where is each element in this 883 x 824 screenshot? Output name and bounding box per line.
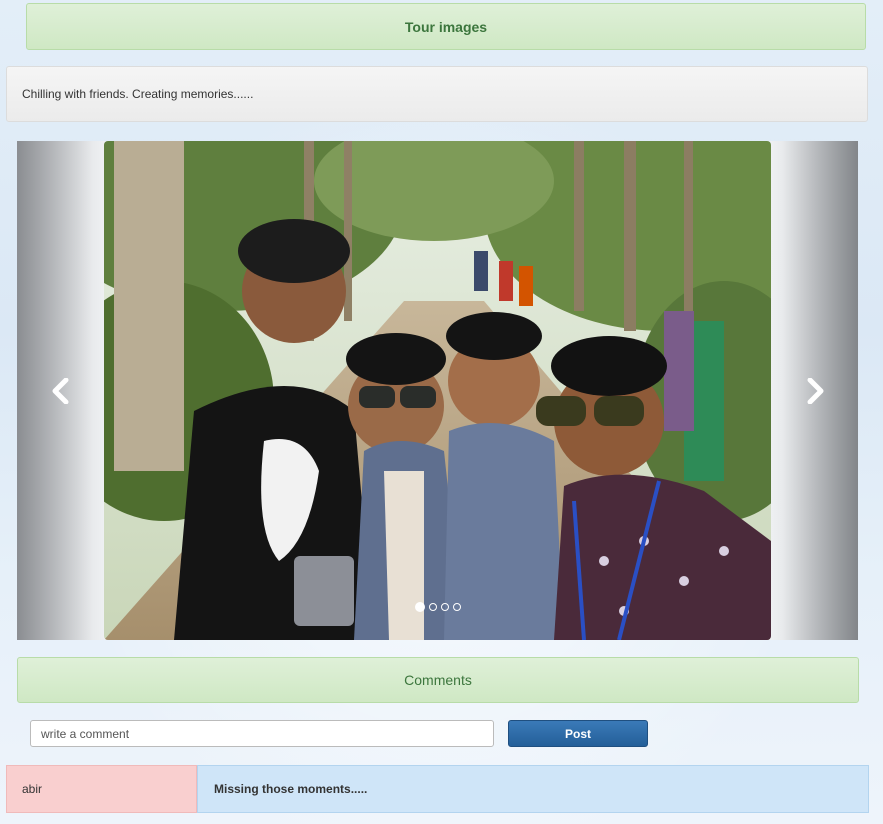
post-comment-button[interactable]: Post bbox=[508, 720, 648, 747]
chevron-right-icon bbox=[807, 377, 823, 404]
carousel-photo bbox=[104, 141, 771, 640]
carousel-indicator-2[interactable] bbox=[428, 603, 437, 611]
carousel-indicator-4[interactable] bbox=[452, 603, 461, 611]
comments-heading: Comments bbox=[17, 657, 859, 703]
carousel-indicator-1[interactable] bbox=[414, 602, 425, 612]
post-caption: Chilling with friends. Creating memories… bbox=[6, 66, 868, 122]
carousel-next-button[interactable] bbox=[771, 141, 858, 640]
comment-text: Missing those moments..... bbox=[214, 782, 368, 796]
carousel-indicators bbox=[17, 602, 858, 612]
comment-author: abir bbox=[6, 765, 197, 813]
comment-input[interactable] bbox=[30, 720, 494, 747]
comment-author-name: abir bbox=[22, 782, 43, 796]
comment-body: Missing those moments..... bbox=[197, 765, 869, 813]
page-title: Tour images bbox=[26, 3, 866, 50]
photo-illustration bbox=[104, 141, 771, 640]
chevron-left-icon bbox=[52, 377, 68, 404]
carousel-indicator-3[interactable] bbox=[440, 603, 449, 611]
post-caption-text: Chilling with friends. Creating memories… bbox=[22, 87, 254, 101]
carousel-prev-button[interactable] bbox=[17, 141, 104, 640]
image-carousel[interactable] bbox=[17, 141, 858, 640]
